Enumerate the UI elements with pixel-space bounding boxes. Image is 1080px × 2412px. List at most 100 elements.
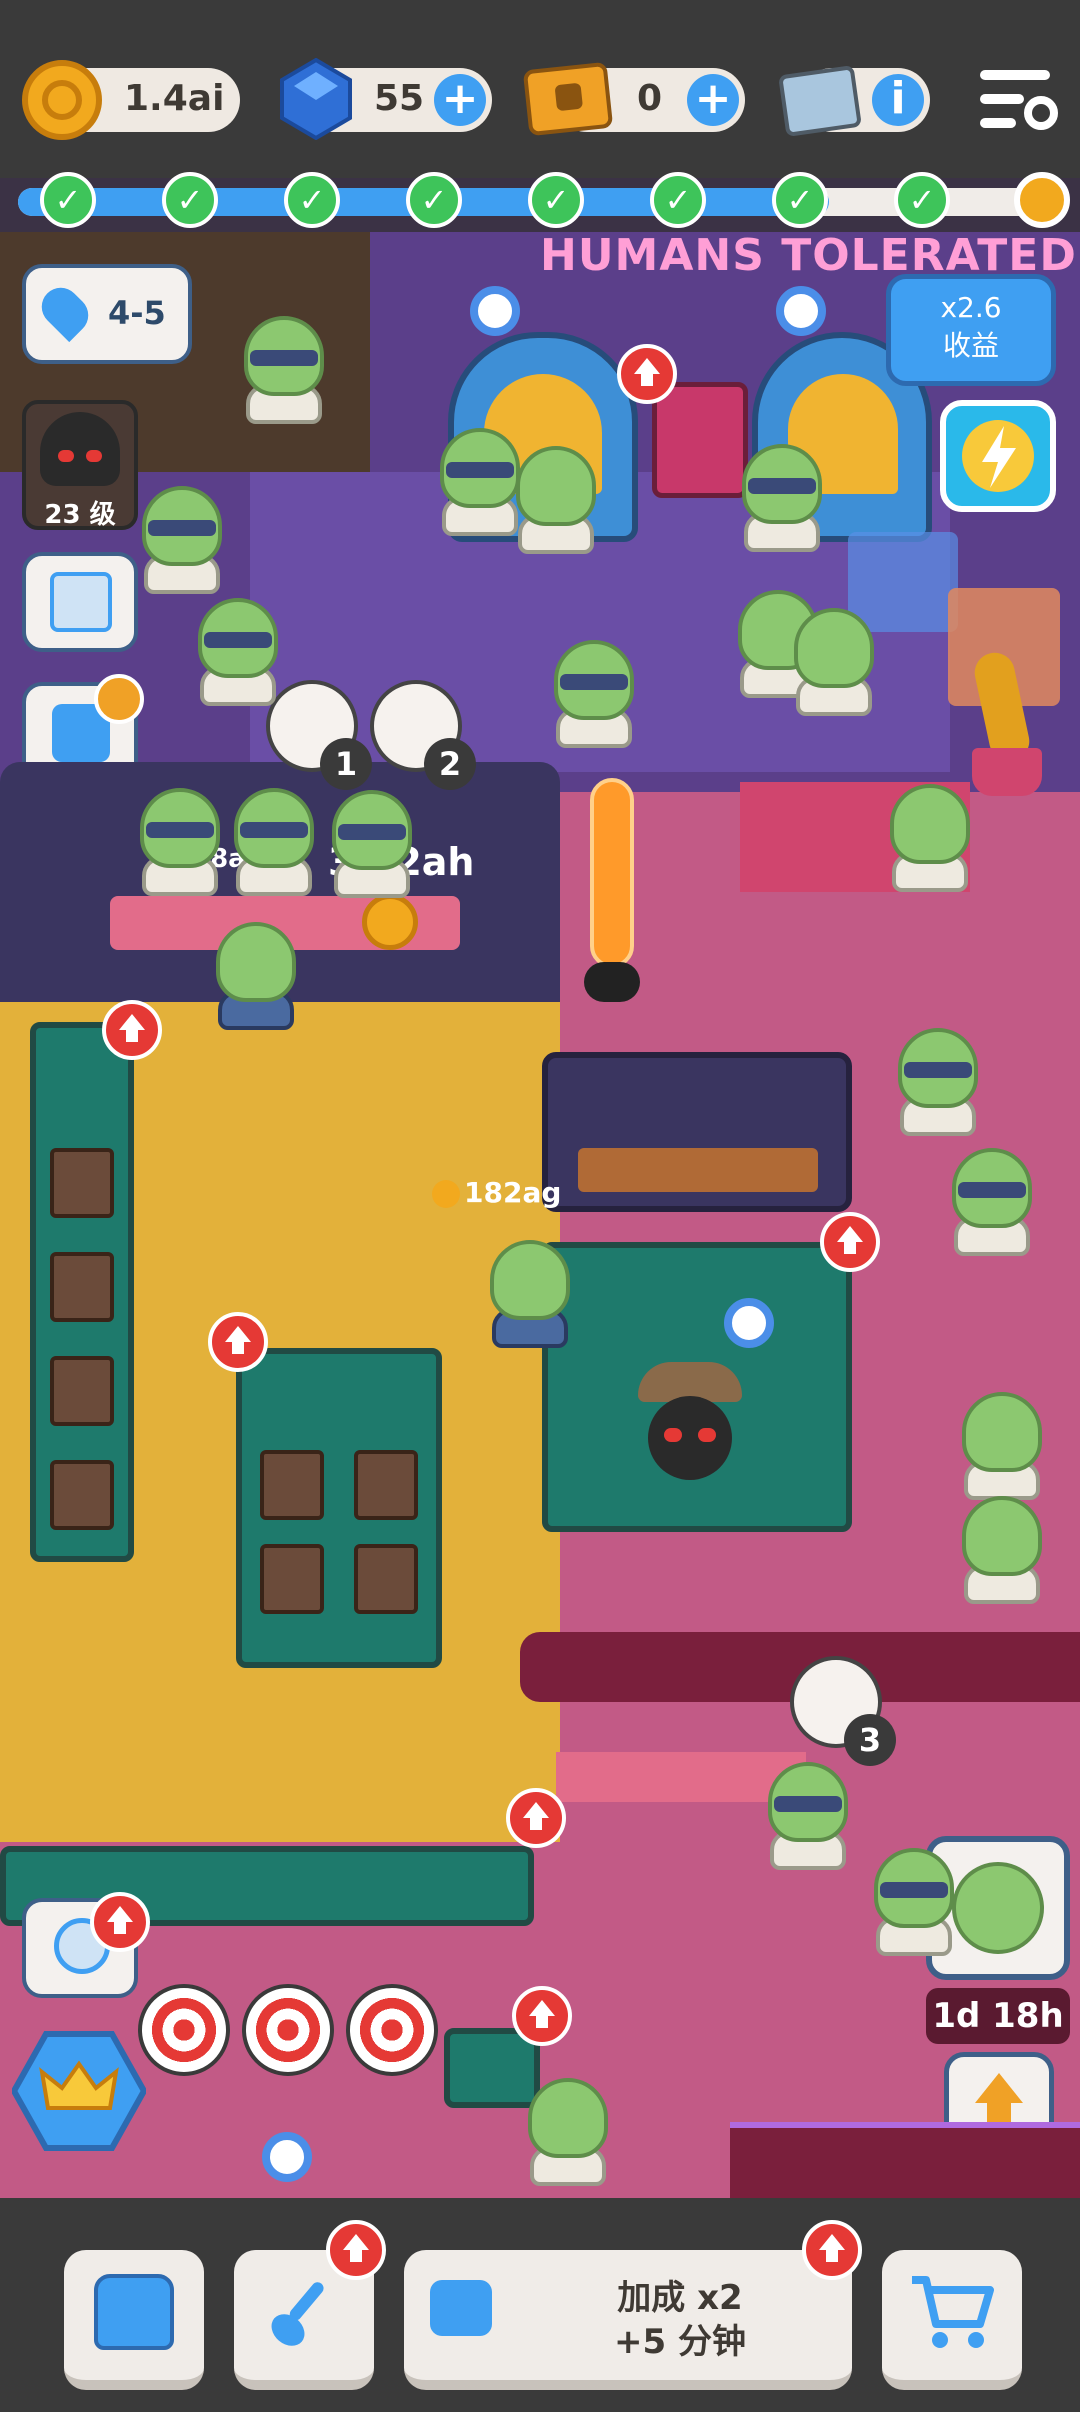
dartboard[interactable]	[138, 1984, 230, 2076]
card-icon	[778, 65, 862, 137]
backpack-button[interactable]	[64, 2250, 204, 2390]
milestone-check: ✓	[406, 172, 462, 228]
upgrade-arrow-icon[interactable]	[506, 1788, 566, 1848]
upgrade-arrow-icon[interactable]	[820, 1212, 880, 1272]
calendar-icon	[50, 572, 112, 632]
coin-amount: 1.4ai	[124, 78, 225, 119]
waiter-zombie[interactable]	[482, 1240, 578, 1350]
zombie-customer[interactable]	[508, 446, 604, 556]
zombie-customer[interactable]	[866, 1848, 962, 1958]
bar-coin-icon	[432, 1180, 460, 1208]
zombie-customer[interactable]	[226, 788, 322, 898]
purple-doorway	[730, 2122, 1080, 2198]
bar-earnings: 182ag	[464, 1176, 562, 1209]
milestone-check: ✓	[772, 172, 828, 228]
calendar-button[interactable]	[22, 552, 138, 652]
zombie-customer[interactable]	[890, 1028, 986, 1138]
upgrade-arrow-icon[interactable]	[617, 344, 677, 404]
upgrade-arrow-icon[interactable]	[512, 1986, 572, 2046]
add-tickets-button[interactable]: +	[687, 74, 739, 126]
level-progress-bar: ✓ ✓ ✓ ✓ ✓ ✓ ✓ ✓	[18, 172, 1070, 228]
order-count: 1	[320, 738, 372, 790]
ticket-amount: 0	[637, 78, 663, 119]
drinks-bar[interactable]	[542, 1052, 852, 1212]
zombie-customer[interactable]	[944, 1148, 1040, 1258]
ingredient-crate	[260, 1450, 324, 1520]
loading-spinner-icon	[262, 2132, 312, 2182]
upgrade-arrow-icon[interactable]	[102, 1000, 162, 1060]
gem-amount: 55	[374, 78, 425, 119]
location-pin-icon	[33, 279, 97, 343]
backpack-icon	[94, 2274, 174, 2350]
dartboard[interactable]	[242, 1984, 334, 2076]
ingredient-crate	[50, 1148, 114, 1218]
milestone-check: ✓	[528, 172, 584, 228]
crown-icon[interactable]	[10, 2028, 148, 2154]
shovel-button[interactable]	[234, 2220, 386, 2390]
food-prep-table[interactable]	[236, 1348, 442, 1668]
tv-icon	[430, 2280, 492, 2336]
collect-coin-icon[interactable]	[362, 894, 418, 950]
ad-boost-button[interactable]: 加成 x2 +5 分钟	[404, 2220, 862, 2390]
zombie-customer[interactable]	[546, 640, 642, 750]
zombie-customer[interactable]	[134, 486, 230, 596]
order-count: 3	[844, 1714, 896, 1766]
avatar	[40, 412, 120, 486]
boost-duration: +5 分钟	[614, 2322, 746, 2362]
multiplier-label: 收益	[942, 329, 999, 362]
dartboard[interactable]	[346, 1984, 438, 2076]
cart-icon	[908, 2272, 996, 2352]
milestone-check: ✓	[650, 172, 706, 228]
upgrade-arrow-icon[interactable]	[208, 1312, 268, 1372]
zombie-customer[interactable]	[786, 608, 882, 718]
milestone-check: ✓	[284, 172, 340, 228]
ingredient-crate	[50, 1252, 114, 1322]
zombie-customer[interactable]	[132, 788, 228, 898]
upgrade-available-badge	[94, 674, 144, 724]
coin-icon	[22, 60, 102, 140]
neon-lamp	[590, 778, 634, 968]
zombie-customer[interactable]	[954, 1392, 1050, 1502]
ingredient-crate	[354, 1544, 418, 1614]
potted-plant	[962, 649, 1052, 796]
zombie-customer[interactable]	[236, 316, 332, 426]
upgrade-arrow-icon[interactable]	[90, 1892, 150, 1952]
milestone-check: ✓	[162, 172, 218, 228]
zombie-customer[interactable]	[882, 784, 978, 894]
ingredient-crate	[354, 1450, 418, 1520]
loading-spinner-icon	[470, 286, 520, 336]
stage-label: 4-5	[108, 294, 166, 332]
bottom-nav: 加成 x2 +5 分钟	[0, 2198, 1080, 2412]
add-gems-button[interactable]: +	[434, 74, 486, 126]
event-timer: 1d 18h	[926, 1988, 1070, 2044]
upgrade-arrow-icon	[326, 2220, 386, 2280]
info-button[interactable]: i	[872, 74, 924, 126]
zombie-customer[interactable]	[954, 1496, 1050, 1606]
ticket-icon	[522, 61, 614, 137]
ingredient-shelf[interactable]	[30, 1022, 134, 1562]
shop-button[interactable]	[882, 2250, 1022, 2390]
reward-coin-icon[interactable]	[1014, 172, 1070, 228]
gem-icon	[278, 57, 354, 141]
lightning-icon[interactable]	[940, 400, 1056, 512]
ingredient-crate	[260, 1544, 324, 1614]
income-multiplier-button[interactable]: x2.6 收益	[886, 274, 1056, 386]
zombie-customer[interactable]	[760, 1762, 856, 1872]
boost-label: 加成 x2	[617, 2278, 743, 2318]
settings-menu-icon[interactable]	[980, 68, 1058, 134]
top-resource-bar: 1.4ai 55 + 0 + i ✓ ✓ ✓ ✓ ✓ ✓ ✓ ✓	[0, 0, 1080, 228]
restaurant-scene: HUMANS TOLERATED x2.6 收益 4-5 23 级 18ah 1…	[0, 232, 1080, 2198]
ingredient-crate	[50, 1460, 114, 1530]
zombie-customer[interactable]	[324, 790, 420, 900]
zombie-customer[interactable]	[190, 598, 286, 708]
location-button[interactable]: 4-5	[22, 264, 192, 364]
player-avatar[interactable]: 23 级	[22, 400, 138, 530]
zombie-customer[interactable]	[520, 2078, 616, 2188]
upgrade-arrow-icon	[802, 2220, 862, 2280]
loading-spinner-icon	[724, 1298, 774, 1348]
waiter-zombie[interactable]	[208, 922, 304, 1032]
zombie-customer[interactable]	[734, 444, 830, 554]
chef-character[interactable]	[632, 1362, 748, 1492]
milestone-check: ✓	[894, 172, 950, 228]
multiplier-value: x2.6	[940, 291, 1002, 324]
